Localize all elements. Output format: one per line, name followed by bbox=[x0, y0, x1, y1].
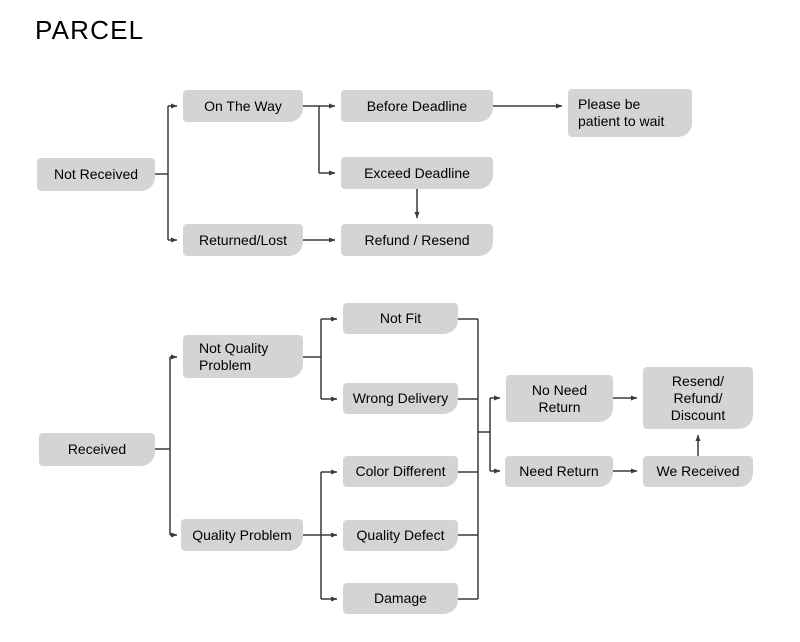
diagram-canvas: PARCEL Not Received On The Way Returned/… bbox=[0, 0, 800, 642]
node-we-received[interactable]: We Received bbox=[643, 456, 753, 487]
node-not-quality[interactable]: Not Quality Problem bbox=[183, 335, 303, 378]
node-quality-problem[interactable]: Quality Problem bbox=[181, 519, 303, 551]
node-exceed-deadline[interactable]: Exceed Deadline bbox=[341, 157, 493, 189]
node-quality-defect[interactable]: Quality Defect bbox=[343, 520, 458, 551]
node-before-deadline[interactable]: Before Deadline bbox=[341, 90, 493, 122]
node-need-return[interactable]: Need Return bbox=[505, 456, 613, 487]
node-on-the-way[interactable]: On The Way bbox=[183, 90, 303, 122]
node-refund-resend[interactable]: Refund / Resend bbox=[341, 224, 493, 256]
node-please-wait[interactable]: Please be patient to wait bbox=[568, 89, 692, 137]
node-color-different[interactable]: Color Different bbox=[343, 456, 458, 487]
page-title: PARCEL bbox=[35, 15, 145, 45]
node-wrong-delivery[interactable]: Wrong Delivery bbox=[343, 383, 458, 414]
node-resend-refund[interactable]: Resend/ Refund/ Discount bbox=[643, 367, 753, 429]
node-not-received[interactable]: Not Received bbox=[37, 158, 155, 191]
node-not-fit[interactable]: Not Fit bbox=[343, 303, 458, 334]
node-no-need-return[interactable]: No Need Return bbox=[506, 375, 613, 422]
node-damage[interactable]: Damage bbox=[343, 583, 458, 614]
node-received[interactable]: Received bbox=[39, 433, 155, 466]
node-returned-lost[interactable]: Returned/Lost bbox=[183, 224, 303, 256]
